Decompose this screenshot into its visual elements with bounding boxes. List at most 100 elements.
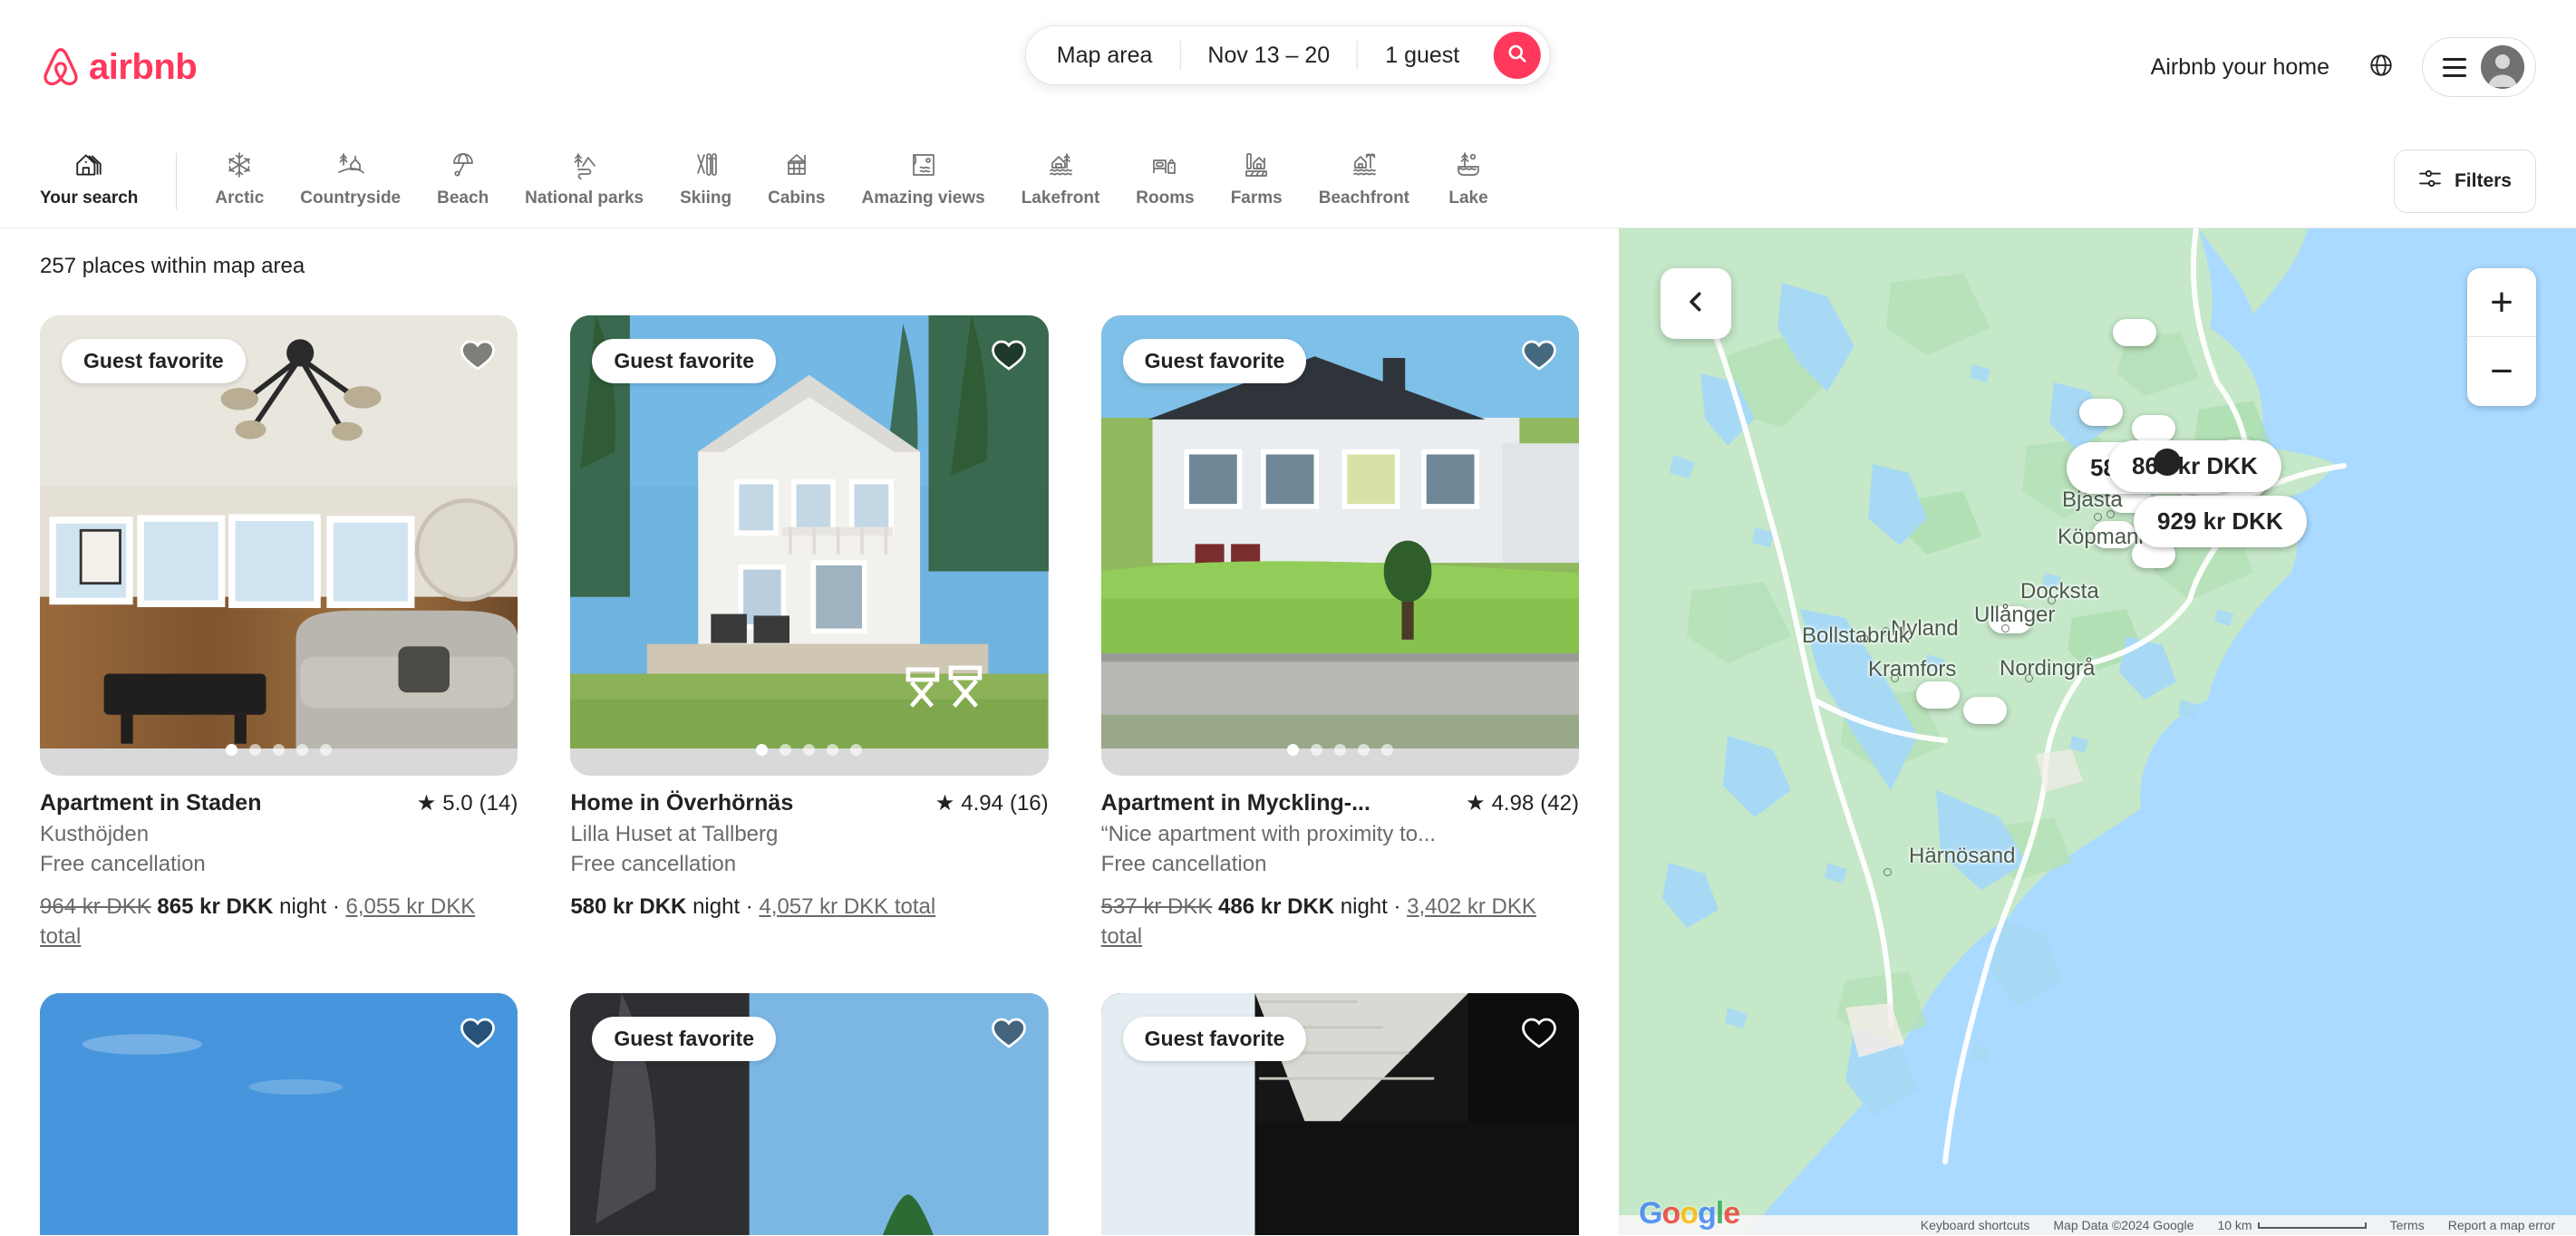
carousel-dot[interactable] <box>827 744 839 756</box>
keyboard-shortcuts-link[interactable]: Keyboard shortcuts <box>1909 1218 2042 1232</box>
search-bar[interactable]: Map area Nov 13 – 20 1 guest <box>1024 25 1552 85</box>
map-price-marker[interactable]: 865 kr DKK <box>2108 440 2281 492</box>
category-beachfront[interactable]: Beachfront <box>1301 144 1428 217</box>
map-canvas[interactable] <box>1619 228 2576 1235</box>
listing-rating: ★ 5.0 (14) <box>417 790 518 816</box>
carousel-dot[interactable] <box>1357 744 1370 756</box>
terms-link[interactable]: Terms <box>2378 1218 2436 1232</box>
map-city-dot <box>1891 674 1899 682</box>
wishlist-heart-icon[interactable] <box>460 337 496 378</box>
search-guests[interactable]: 1 guest <box>1358 26 1487 84</box>
category-beach[interactable]: Beach <box>419 144 507 217</box>
listing-photo[interactable]: Guest favorite <box>1100 315 1579 776</box>
listing-card[interactable]: Guest favorite <box>570 315 1049 951</box>
airbnb-your-home-link[interactable]: Airbnb your home <box>2131 40 2349 95</box>
price-unit: night <box>279 894 327 919</box>
listing-photo[interactable]: Guest favorite <box>40 315 518 776</box>
carousel-dot[interactable] <box>1333 744 1346 756</box>
filters-label: Filters <box>2454 169 2512 191</box>
zoom-out-button[interactable]: − <box>2467 337 2536 406</box>
carousel-dot[interactable] <box>1310 744 1322 756</box>
carousel-dot[interactable] <box>320 744 333 756</box>
carousel-dot[interactable] <box>780 744 792 756</box>
wishlist-heart-icon[interactable] <box>991 1015 1027 1056</box>
map-marker[interactable] <box>2132 415 2175 442</box>
filters-button[interactable]: Filters <box>2393 149 2536 213</box>
category-cabins[interactable]: Cabins <box>750 144 843 217</box>
carousel-dot[interactable] <box>1286 744 1299 756</box>
map-label-ullanger: Ullånger <box>1974 603 2056 627</box>
category-rooms[interactable]: Rooms <box>1118 144 1212 217</box>
sliders-icon <box>2418 167 2442 196</box>
price-total[interactable]: 4,057 kr DKK total <box>759 894 935 919</box>
category-bar: Your search Arctic Countryside Beach Nat… <box>0 134 2576 228</box>
lake-icon <box>1454 150 1483 180</box>
report-map-error-link[interactable]: Report a map error <box>2436 1218 2567 1232</box>
price-original: 964 kr DKK <box>40 894 151 919</box>
category-scroller[interactable]: Your search Arctic Countryside Beach Nat… <box>22 144 2370 217</box>
search-dates[interactable]: Nov 13 – 20 <box>1180 26 1357 84</box>
wishlist-heart-icon[interactable] <box>460 1015 496 1056</box>
photo-carousel-dots[interactable] <box>1101 744 1579 756</box>
wishlist-heart-icon[interactable] <box>991 337 1027 378</box>
review-count: (14) <box>479 790 518 816</box>
photo-carousel-dots[interactable] <box>570 744 1048 756</box>
guest-favorite-badge: Guest favorite <box>62 339 246 383</box>
map-city-dot <box>2106 510 2115 518</box>
carousel-dot[interactable] <box>756 744 769 756</box>
star-icon: ★ <box>416 791 437 816</box>
listing-photo[interactable]: Guest favorite <box>570 993 1049 1235</box>
carousel-dot[interactable] <box>850 744 863 756</box>
category-lake[interactable]: Lake <box>1428 144 1509 217</box>
listing-grid: Guest favorite Apartment in Staden ★ 5.0… <box>40 315 1579 1235</box>
category-national-parks[interactable]: National parks <box>507 144 662 217</box>
language-globe-button[interactable] <box>2357 43 2406 92</box>
map-label-bollstabruk: Bollstabruk <box>1802 623 1910 648</box>
wishlist-heart-icon[interactable] <box>1521 1015 1557 1056</box>
guest-favorite-badge: Guest favorite <box>1122 1017 1307 1062</box>
photo-carousel-dots[interactable] <box>40 744 518 756</box>
review-count: (16) <box>1009 790 1049 816</box>
map-marker[interactable] <box>1916 681 1960 709</box>
map-marker[interactable] <box>1963 697 2007 724</box>
category-arctic[interactable]: Arctic <box>197 144 282 217</box>
zoom-in-button[interactable]: + <box>2467 268 2536 337</box>
carousel-dot[interactable] <box>803 744 816 756</box>
listing-photo[interactable] <box>40 993 518 1235</box>
carousel-dot[interactable] <box>249 744 262 756</box>
carousel-dot[interactable] <box>226 744 238 756</box>
category-lakefront[interactable]: Lakefront <box>1003 144 1119 217</box>
rating-value: 5.0 <box>442 790 473 816</box>
category-farms[interactable]: Farms <box>1213 144 1301 217</box>
search-location[interactable]: Map area <box>1026 26 1180 84</box>
map-price-marker[interactable]: 929 kr DKK <box>2134 496 2307 547</box>
profile-menu-button[interactable] <box>2422 37 2536 97</box>
map-back-button[interactable] <box>1661 268 1731 339</box>
search-button[interactable] <box>1494 32 1542 79</box>
map-zoom-controls[interactable]: + − <box>2467 268 2536 406</box>
map-marker[interactable] <box>2113 319 2156 346</box>
price-current: 580 kr DKK <box>570 894 687 919</box>
wishlist-heart-icon[interactable] <box>1521 337 1557 378</box>
listing-subtitle: Lilla Huset at Tallberg <box>570 822 779 846</box>
listing-card[interactable]: Guest favorite <box>570 993 1049 1235</box>
listing-card[interactable]: Guest favorite <box>40 315 518 951</box>
map-selected-marker-dot[interactable] <box>2154 449 2181 476</box>
carousel-dot[interactable] <box>296 744 309 756</box>
carousel-dot[interactable] <box>273 744 286 756</box>
airbnb-logo[interactable]: airbnb <box>40 45 198 89</box>
category-your-search[interactable]: Your search <box>22 144 156 217</box>
category-amazing-views[interactable]: Amazing views <box>843 144 1002 217</box>
listing-photo[interactable]: Guest favorite <box>570 315 1049 776</box>
map-marker[interactable] <box>2079 399 2123 426</box>
listing-card[interactable] <box>40 993 518 1235</box>
map-panel[interactable]: + − 580 kr DKK DKK 865 kr DKK 929 kr DKK… <box>1619 228 2576 1235</box>
carousel-dot[interactable] <box>1380 744 1393 756</box>
map-scale: 10 km <box>2205 1218 2377 1232</box>
category-skiing[interactable]: Skiing <box>662 144 750 217</box>
listing-card[interactable]: Guest favorite <box>1100 993 1579 1235</box>
category-countryside[interactable]: Countryside <box>282 144 419 217</box>
listing-card[interactable]: Guest favorite <box>1100 315 1579 951</box>
listing-photo[interactable]: Guest favorite <box>1100 993 1579 1235</box>
category-divider <box>176 152 178 209</box>
